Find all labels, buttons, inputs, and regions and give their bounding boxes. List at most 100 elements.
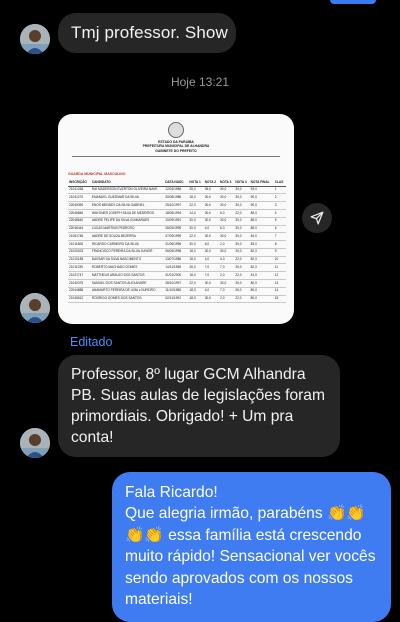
table-cell: 83,0 <box>249 240 274 249</box>
table-cell: 21/06/1996 <box>164 240 189 249</box>
table-cell: 4,0 <box>203 225 220 234</box>
table-cell: 2,0 <box>219 240 235 249</box>
coat-of-arms-icon <box>168 122 184 138</box>
table-cell: 90,0 <box>249 193 274 203</box>
table-cell: 30/08/1986 <box>164 193 189 203</box>
table-cell: 30,0 <box>219 248 235 257</box>
avatar[interactable] <box>20 293 50 323</box>
table-cell: WAYGNER JOSEPH SILVA DE MEDEIROS <box>90 209 165 218</box>
table-cell: 4,0 <box>203 287 220 296</box>
table-cell: 80,0 <box>249 279 274 288</box>
table-cell: 3 <box>273 201 286 210</box>
table-row: 21041268 RAI MADERSON EVERTON OLIVEIRA NA… <box>68 186 286 195</box>
table-cell: FRANCISCO PEREIRA DA SILVA JUNIOR <box>90 248 165 257</box>
table-cell: 86,0 <box>249 209 274 218</box>
table-cell: MATTHEUS ARAUJO DOS SANTOS <box>90 271 165 280</box>
table-cell: 18,0 <box>188 271 204 280</box>
table-cell: 12 <box>273 271 286 280</box>
table-cell: 30,0 <box>234 193 250 203</box>
table-cell: 11 <box>273 263 286 273</box>
table-cell: 86,0 <box>249 217 274 226</box>
table-cell: 26,0 <box>188 263 204 273</box>
document-header-line: GABINETE DO PREFEITO <box>155 148 197 153</box>
table-cell: 7,0 <box>203 263 220 273</box>
table-cell: 30,0 <box>219 279 235 288</box>
table-cell: 25/10/1997 <box>164 201 189 210</box>
table-row: 21045612 RODRIGO GOMES DOS SANTOS 02/11/19… <box>68 295 286 304</box>
table-cell: 15 <box>273 295 286 304</box>
table-cell: 93,0 <box>249 186 274 195</box>
table-cell: 22046444 <box>68 225 91 234</box>
table-cell: 30,0 <box>203 217 220 226</box>
incoming-message-bubble[interactable]: Professor, 8º lugar GCM Alhandra PB. Sua… <box>58 355 340 457</box>
table-cell: RAI MADERSON EVERTON OLIVEIRA NAVE <box>90 186 165 195</box>
table-cell: 28/10/1997 <box>164 279 189 288</box>
share-button[interactable] <box>302 203 332 233</box>
table-cell: LUCAS MARTINS PEDROSO <box>90 225 165 234</box>
table-cell: 7 <box>273 232 286 242</box>
grades-table: INSCRIÇÃO CANDIDATO DATA NASC. NOTA 1 NO… <box>68 180 286 304</box>
table-cell: 22,0 <box>188 232 204 242</box>
avatar[interactable] <box>20 428 50 458</box>
table-row: 21040375 SAMUEL DOS SANTOS ALEXANDRE 28/10… <box>68 279 286 288</box>
table-cell: 22,0 <box>234 295 250 304</box>
table-cell: 30,0 <box>188 240 204 249</box>
table-cell: 21021747 <box>68 271 91 280</box>
incoming-message-bubble[interactable]: Tmj professor. Show <box>58 13 236 53</box>
table-cell: 28,0 <box>188 186 204 195</box>
table-cell: 4 <box>273 209 286 218</box>
table-cell: 30,0 <box>234 240 250 249</box>
table-cell: 30,0 <box>219 217 235 226</box>
table-row: 21011808 RICARDO CARNEIRO DA SILVA 21/06/1… <box>68 240 286 249</box>
table-cell: 86,0 <box>249 225 274 234</box>
table-cell: EMANUEL GUEDMAR DA SILVA <box>90 193 165 203</box>
table-cell: 6,0 <box>219 225 235 234</box>
table-cell: ROBERTO MACHADO GOMES <box>90 263 165 273</box>
table-cell: 30,0 <box>203 201 220 210</box>
table-cell: 30,0 <box>234 248 250 257</box>
message-text: Tmj professor. Show <box>71 23 228 42</box>
table-cell: 22044888 <box>68 287 91 296</box>
table-cell: 21045612 <box>68 295 91 304</box>
table-cell: 90,0 <box>249 201 274 210</box>
table-cell: 30,0 <box>219 193 235 203</box>
table-cell: 31/01/2000 <box>164 271 189 280</box>
table-cell: 21061748 <box>68 232 91 242</box>
table-cell: ANAMARTO PEREIRA DE LIMA LOUREIRO <box>90 287 165 296</box>
table-cell: 06/05/1998 <box>164 248 189 257</box>
table-cell: RODRIGO GOMES DOS SANTOS <box>90 295 165 304</box>
table-cell: RICARDO CARNEIRO DA SILVA <box>90 240 165 249</box>
table-cell: 30,0 <box>203 279 220 288</box>
table-cell: 14,0 <box>188 209 204 218</box>
table-cell: 30,0 <box>188 225 204 234</box>
table-cell: 30,0 <box>203 193 220 203</box>
table-cell: 30,0 <box>188 217 204 226</box>
table-cell: 18,0 <box>188 256 204 265</box>
table-cell: 07/09/1995 <box>164 232 189 242</box>
table-cell: 22,0 <box>188 201 204 210</box>
table-row: 21010185 DAVSAR DA SILVA NASCIMENTO 13/07/… <box>68 256 286 265</box>
table-row: 21020023 FRANCISCO PEREIRA DA SILVA JUNIO… <box>68 248 286 257</box>
table-cell: 2,0 <box>219 271 235 280</box>
table-cell: 30,0 <box>234 232 250 242</box>
table-cell: 82,0 <box>249 248 274 257</box>
table-cell: 22045390 <box>68 201 91 210</box>
table-cell: 30,0 <box>203 295 220 304</box>
edited-label: Editado <box>70 335 113 349</box>
table-cell: 30,0 <box>234 217 250 226</box>
document-section-label: GUARDA MUNICIPAL MASCULINO <box>68 172 126 176</box>
table-cell: 21020023 <box>68 248 91 257</box>
table-cell: 22045846 <box>68 209 91 218</box>
table-cell: 30,0 <box>203 232 220 242</box>
table-cell: 30,0 <box>203 248 220 257</box>
table-cell: 80,0 <box>249 287 274 296</box>
table-cell: 30,0 <box>219 232 235 242</box>
send-arrow-icon <box>310 211 324 225</box>
table-cell: SAMUEL DOS SANTOS ALEXANDRE <box>90 279 165 288</box>
table-cell: 7,0 <box>219 287 235 296</box>
table-cell: 21041270 <box>68 193 91 203</box>
avatar[interactable] <box>20 24 50 54</box>
table-row: 22045846 WAYGNER JOSEPH SILVA DE MEDEIROS… <box>68 209 286 218</box>
table-cell: 18,0 <box>188 248 204 257</box>
shared-document-image[interactable]: ESTADO DA PARAÍBA PREFEITURA MUNICIPAL D… <box>58 114 294 324</box>
